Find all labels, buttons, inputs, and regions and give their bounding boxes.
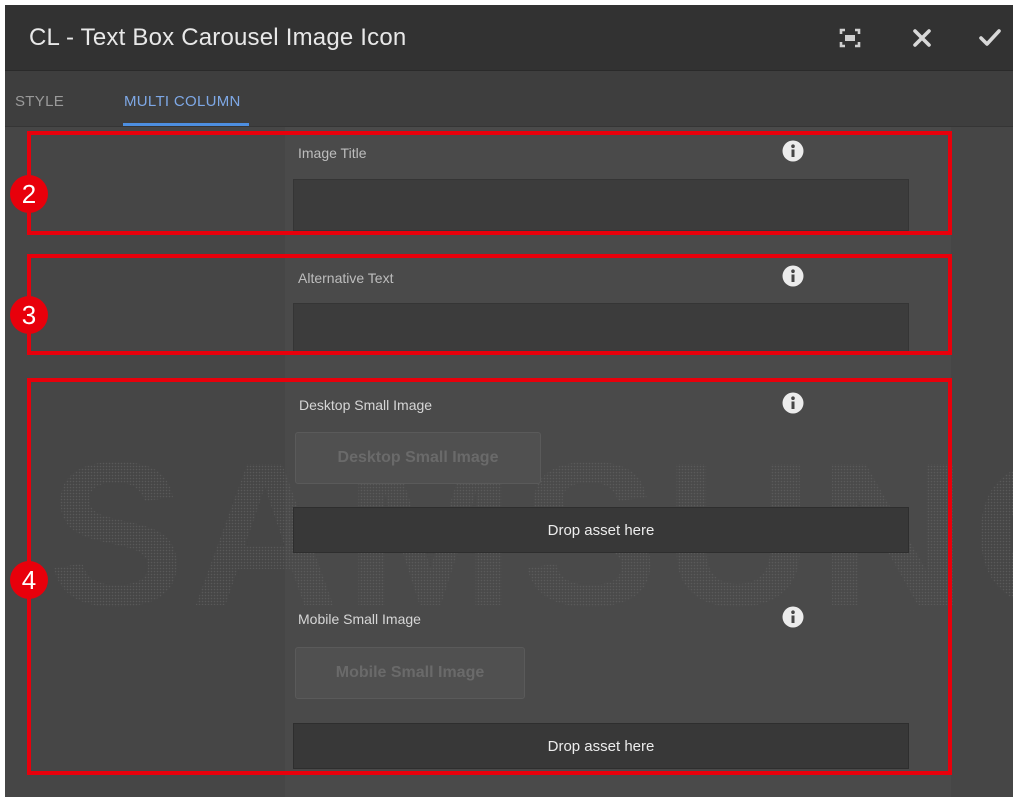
fullscreen-button[interactable] <box>833 21 867 55</box>
desktop-small-image-label: Desktop Small Image <box>299 397 433 413</box>
tab-bar: STYLE MULTI COLUMN <box>5 71 1013 127</box>
alt-text-input[interactable] <box>293 303 909 355</box>
mobile-small-image-button[interactable]: Mobile Small Image <box>295 647 525 699</box>
close-button[interactable] <box>905 21 939 55</box>
fullscreen-icon <box>839 28 861 48</box>
tab-style[interactable]: STYLE <box>15 93 64 110</box>
dialog-titlebar: CL - Text Box Carousel Image Icon <box>5 5 1013 71</box>
annotation-badge-3: 3 <box>10 296 48 334</box>
annotation-badge-4: 4 <box>10 561 48 599</box>
dialog-title: CL - Text Box Carousel Image Icon <box>29 24 407 51</box>
done-button[interactable] <box>973 21 1007 55</box>
mobile-small-image-info-icon[interactable] <box>782 606 804 628</box>
alt-text-info-icon[interactable] <box>782 265 804 287</box>
annotation-badge-2: 2 <box>10 175 48 213</box>
alt-text-label: Alternative Text <box>298 270 394 286</box>
image-title-input[interactable] <box>293 179 909 231</box>
tab-multi-column[interactable]: MULTI COLUMN <box>124 93 241 110</box>
desktop-small-image-button[interactable]: Desktop Small Image <box>295 432 541 484</box>
desktop-small-image-info-icon[interactable] <box>782 392 804 414</box>
image-title-info-icon[interactable] <box>782 140 804 162</box>
desktop-small-image-dropzone[interactable]: Drop asset here <box>293 507 909 553</box>
close-icon <box>913 29 931 47</box>
active-tab-indicator <box>123 123 249 126</box>
mobile-small-image-dropzone[interactable]: Drop asset here <box>293 723 909 769</box>
image-title-label: Image Title <box>298 145 367 161</box>
mobile-small-image-label: Mobile Small Image <box>298 611 421 627</box>
checkmark-icon <box>979 29 1001 46</box>
